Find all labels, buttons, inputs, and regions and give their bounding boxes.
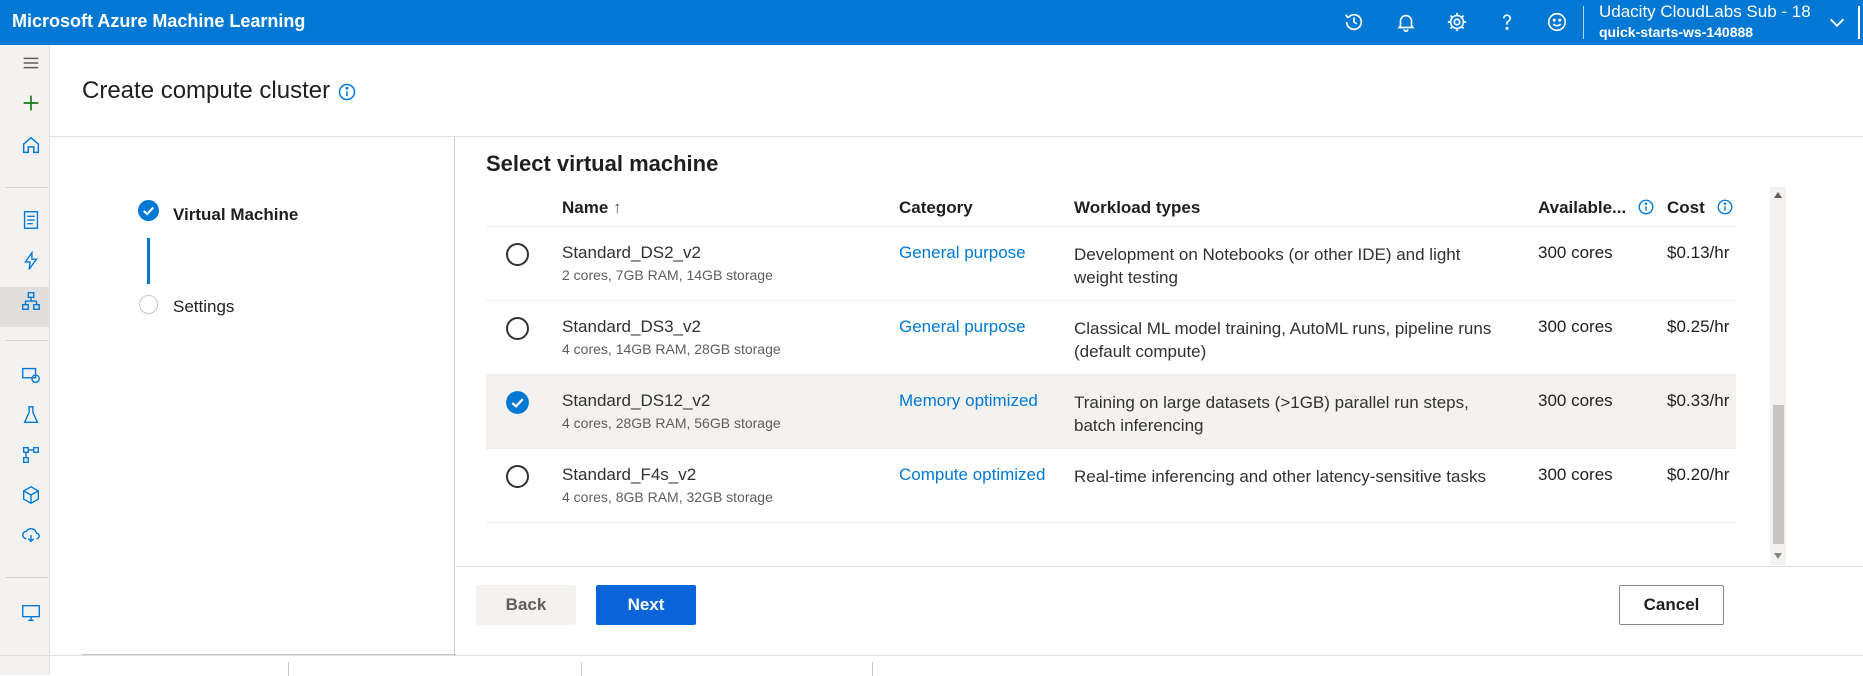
step-virtual-machine[interactable]: Virtual Machine (173, 205, 298, 225)
chevron-down-icon[interactable] (1826, 12, 1848, 34)
row-radio-button[interactable] (506, 243, 529, 266)
vm-workload: Classical ML model training, AutoML runs… (1074, 319, 1492, 361)
strip-divider (288, 662, 289, 676)
rail-divider (6, 187, 48, 188)
scroll-up-arrow-icon[interactable] (1774, 192, 1782, 198)
vm-spec: 4 cores, 8GB RAM, 32GB storage (562, 489, 773, 505)
vm-category: Compute optimized (899, 465, 1046, 484)
vm-workload: Training on large datasets (>1GB) parall… (1074, 393, 1469, 435)
row-radio-checked-icon[interactable] (506, 391, 529, 414)
step-completed-check-icon (138, 200, 159, 221)
row-radio-button[interactable] (506, 465, 529, 488)
vm-available: 300 cores (1538, 465, 1613, 484)
plus-icon[interactable] (18, 90, 44, 116)
header-divider (1583, 6, 1584, 39)
cancel-button[interactable]: Cancel (1619, 585, 1724, 625)
account-switcher[interactable]: Udacity CloudLabs Sub - 18 quick-starts-… (1599, 2, 1811, 42)
vm-table: Name ↑ Category Workload types Available… (486, 187, 1736, 523)
rail-divider (6, 340, 48, 341)
info-icon[interactable] (1637, 198, 1655, 216)
models-icon[interactable] (18, 482, 44, 508)
table-row-selected[interactable]: Standard_DS12_v2 4 cores, 28GB RAM, 56GB… (486, 375, 1736, 449)
info-icon[interactable] (1716, 198, 1734, 216)
wizard-footer: Back Next Cancel (456, 566, 1863, 655)
step-pending-circle-icon (139, 295, 158, 314)
column-header-workload[interactable]: Workload types (1074, 198, 1200, 218)
top-bar: Microsoft Azure Machine Learning Udacity… (0, 0, 1863, 45)
vm-name: Standard_DS12_v2 (562, 391, 711, 410)
column-header-cost[interactable]: Cost (1667, 198, 1734, 218)
help-icon[interactable] (1493, 8, 1521, 36)
notebook-icon[interactable] (18, 207, 44, 233)
vm-name: Standard_DS3_v2 (562, 317, 701, 336)
workspace-name: quick-starts-ws-140888 (1599, 24, 1754, 40)
bell-icon[interactable] (1392, 8, 1420, 36)
main-panel: Select virtual machine Name ↑ Category W… (456, 137, 1863, 655)
back-button[interactable]: Back (476, 585, 576, 625)
pipelines-icon[interactable] (18, 442, 44, 468)
vm-name: Standard_DS2_v2 (562, 243, 701, 262)
compute-icon[interactable] (18, 600, 44, 626)
header-edge (1858, 6, 1860, 39)
column-header-category[interactable]: Category (899, 198, 973, 218)
section-title: Select virtual machine (486, 151, 719, 176)
page-title-text: Create compute cluster (82, 77, 331, 104)
next-button[interactable]: Next (596, 585, 696, 625)
vm-category: General purpose (899, 317, 1026, 336)
info-icon[interactable] (337, 82, 357, 102)
vm-available: 300 cores (1538, 391, 1613, 410)
page-header: Create compute cluster (50, 45, 1863, 137)
vm-name: Standard_F4s_v2 (562, 465, 697, 484)
column-header-name[interactable]: Name ↑ (562, 198, 622, 218)
table-header: Name ↑ Category Workload types Available… (486, 187, 1736, 227)
home-icon[interactable] (18, 132, 44, 158)
scrollbar-thumb[interactable] (1773, 405, 1784, 544)
vm-workload: Real-time inferencing and other latency-… (1074, 467, 1486, 486)
step-progress-line (147, 238, 150, 284)
experiments-icon[interactable] (18, 402, 44, 428)
page-title: Create compute cluster (82, 77, 357, 105)
designer-icon[interactable] (18, 288, 44, 314)
strip-divider (872, 662, 873, 676)
vm-cost: $0.25/hr (1667, 317, 1730, 336)
datasets-icon[interactable] (18, 362, 44, 388)
endpoints-icon[interactable] (18, 522, 44, 548)
vm-spec: 4 cores, 28GB RAM, 56GB storage (562, 415, 781, 431)
scroll-down-arrow-icon[interactable] (1774, 553, 1782, 559)
vm-available: 300 cores (1538, 243, 1613, 262)
table-scrollbar[interactable] (1770, 187, 1786, 565)
left-nav-rail (0, 45, 50, 675)
app-title[interactable]: Microsoft Azure Machine Learning (12, 11, 305, 32)
sort-ascending-icon: ↑ (613, 198, 622, 217)
hamburger-menu-icon[interactable] (18, 50, 44, 76)
smiley-icon[interactable] (1543, 8, 1571, 36)
bottom-strip (0, 655, 1863, 676)
strip-divider (581, 662, 582, 676)
gear-icon[interactable] (1443, 8, 1471, 36)
history-icon[interactable] (1340, 8, 1368, 36)
vm-category: General purpose (899, 243, 1026, 262)
column-header-available[interactable]: Available... (1538, 198, 1655, 218)
account-name: Udacity CloudLabs Sub - 18 (1599, 2, 1811, 21)
vm-cost: $0.13/hr (1667, 243, 1730, 262)
table-row[interactable]: Standard_DS3_v2 4 cores, 14GB RAM, 28GB … (486, 301, 1736, 375)
vm-cost: $0.20/hr (1667, 465, 1730, 484)
table-row[interactable]: Standard_DS2_v2 2 cores, 7GB RAM, 14GB s… (486, 227, 1736, 301)
wizard-steps: Virtual Machine Settings (50, 137, 455, 655)
row-radio-button[interactable] (506, 317, 529, 340)
vm-workload: Development on Notebooks (or other IDE) … (1074, 245, 1461, 287)
vm-spec: 2 cores, 7GB RAM, 14GB storage (562, 267, 773, 283)
vm-category: Memory optimized (899, 391, 1038, 410)
vm-available: 300 cores (1538, 317, 1613, 336)
rail-divider (6, 577, 48, 578)
vm-spec: 4 cores, 14GB RAM, 28GB storage (562, 341, 781, 357)
table-row[interactable]: Standard_F4s_v2 4 cores, 8GB RAM, 32GB s… (486, 449, 1736, 523)
automl-icon[interactable] (18, 248, 44, 274)
step-settings[interactable]: Settings (173, 297, 234, 317)
vm-cost: $0.33/hr (1667, 391, 1730, 410)
